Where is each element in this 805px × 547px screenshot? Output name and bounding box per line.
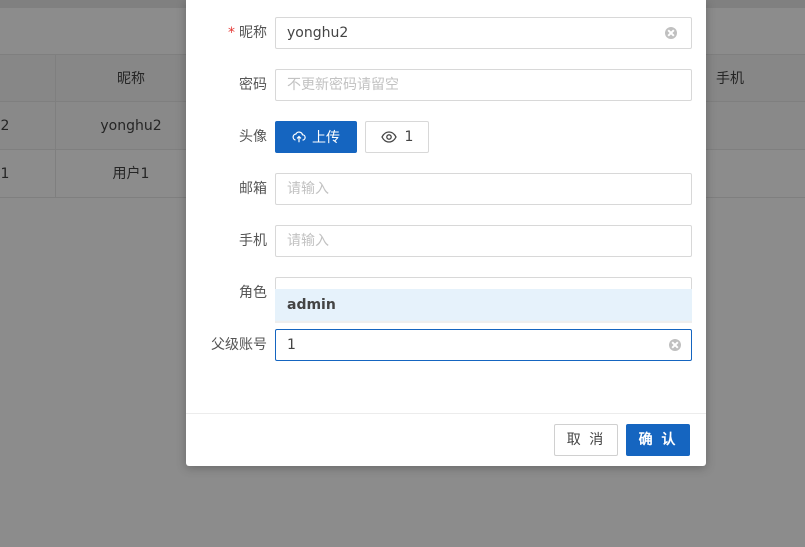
form-row-nickname: * 昵称 yonghu2 <box>186 17 706 49</box>
nickname-value: yonghu2 <box>287 25 349 41</box>
email-input[interactable]: 请输入 <box>275 173 692 205</box>
avatar-label: 头像 <box>239 129 267 145</box>
dialog-footer: 取 消 确 认 <box>186 413 706 466</box>
form-row-parent-account: 父级账号 1 <box>186 329 706 361</box>
nickname-label: * 昵称 <box>228 25 267 41</box>
form-row-email: 邮箱 请输入 <box>186 173 706 205</box>
parent-account-input[interactable]: 1 <box>275 329 692 361</box>
password-label: 密码 <box>239 77 267 93</box>
password-input[interactable]: 不更新密码请留空 <box>275 69 692 101</box>
cancel-button[interactable]: 取 消 <box>554 424 618 456</box>
role-option-admin[interactable]: admin <box>275 289 692 321</box>
dropdown-edge <box>275 321 692 323</box>
close-circle-icon[interactable] <box>669 339 681 351</box>
form-row-avatar: 头像 上传 1 <box>186 121 706 153</box>
cloud-upload-icon <box>292 131 306 143</box>
preview-count: 1 <box>404 129 414 145</box>
phone-label: 手机 <box>239 233 267 249</box>
email-placeholder: 请输入 <box>287 181 329 197</box>
eye-icon <box>380 131 397 143</box>
nickname-input[interactable]: yonghu2 <box>275 17 692 49</box>
form-row-phone: 手机 请输入 <box>186 225 706 257</box>
parent-account-value: 1 <box>287 337 296 353</box>
email-label: 邮箱 <box>239 181 267 197</box>
close-circle-icon[interactable] <box>665 27 677 39</box>
form-row-password: 密码 不更新密码请留空 <box>186 69 706 101</box>
confirm-button[interactable]: 确 认 <box>626 424 690 456</box>
required-marker: * <box>228 25 235 41</box>
phone-placeholder: 请输入 <box>287 233 329 249</box>
phone-input[interactable]: 请输入 <box>275 225 692 257</box>
edit-user-dialog: * 昵称 yonghu2 密码 不更新密码请留空 头像 上传 1 邮箱 请输入 … <box>186 0 706 466</box>
upload-label: 上传 <box>312 130 340 146</box>
parent-account-label: 父级账号 <box>211 337 267 353</box>
role-label: 角色 <box>239 285 267 301</box>
avatar-preview-button[interactable]: 1 <box>365 121 429 153</box>
upload-button[interactable]: 上传 <box>275 121 357 153</box>
password-placeholder: 不更新密码请留空 <box>287 77 399 93</box>
